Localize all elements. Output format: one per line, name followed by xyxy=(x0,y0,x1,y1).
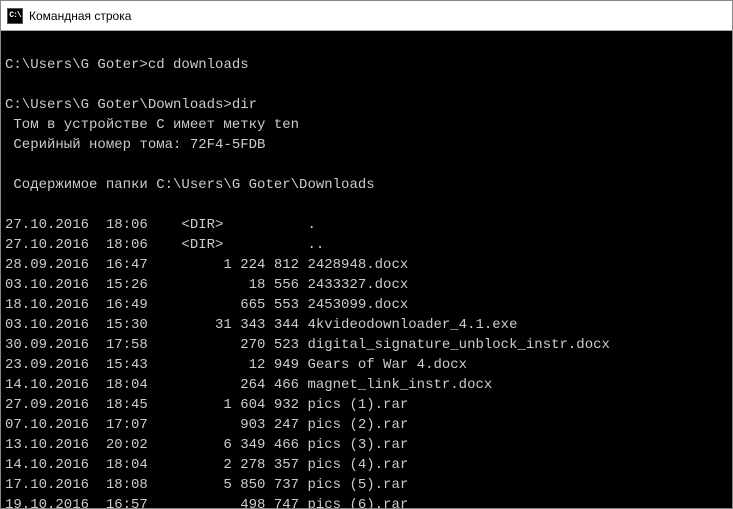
listing-row: 28.09.2016 16:47 1 224 812 2428948.docx xyxy=(5,255,728,275)
prompt-path: C:\Users\G Goter\Downloads> xyxy=(5,97,232,113)
prompt-line-1: C:\Users\G Goter>cd downloads xyxy=(5,57,249,73)
prompt-line-2: C:\Users\G Goter\Downloads>dir xyxy=(5,97,257,113)
titlebar[interactable]: C:\ Командная строка xyxy=(1,1,732,31)
listing-row: 30.09.2016 17:58 270 523 digital_signatu… xyxy=(5,335,728,355)
directory-listing: 27.10.2016 18:06 <DIR> .27.10.2016 18:06… xyxy=(5,215,728,508)
prompt-cmd: cd downloads xyxy=(148,57,249,73)
listing-row: 27.10.2016 18:06 <DIR> . xyxy=(5,215,728,235)
cmd-icon: C:\ xyxy=(7,8,23,24)
prompt-path: C:\Users\G Goter> xyxy=(5,57,148,73)
listing-row: 19.10.2016 16:57 498 747 pics (6).rar xyxy=(5,495,728,508)
prompt-cmd: dir xyxy=(232,97,257,113)
cmd-window: C:\ Командная строка C:\Users\G Goter>cd… xyxy=(0,0,733,509)
listing-row: 03.10.2016 15:26 18 556 2433327.docx xyxy=(5,275,728,295)
listing-row: 27.10.2016 18:06 <DIR> .. xyxy=(5,235,728,255)
terminal-output[interactable]: C:\Users\G Goter>cd downloads C:\Users\G… xyxy=(1,31,732,508)
listing-row: 23.09.2016 15:43 12 949 Gears of War 4.d… xyxy=(5,355,728,375)
listing-row: 27.09.2016 18:45 1 604 932 pics (1).rar xyxy=(5,395,728,415)
listing-row: 13.10.2016 20:02 6 349 466 pics (3).rar xyxy=(5,435,728,455)
directory-header-line: Содержимое папки C:\Users\G Goter\Downlo… xyxy=(5,177,375,193)
listing-row: 14.10.2016 18:04 264 466 magnet_link_ins… xyxy=(5,375,728,395)
volume-label-line: Том в устройстве C имеет метку ten xyxy=(5,117,299,133)
listing-row: 18.10.2016 16:49 665 553 2453099.docx xyxy=(5,295,728,315)
listing-row: 14.10.2016 18:04 2 278 357 pics (4).rar xyxy=(5,455,728,475)
window-title: Командная строка xyxy=(29,9,131,23)
listing-row: 17.10.2016 18:08 5 850 737 pics (5).rar xyxy=(5,475,728,495)
listing-row: 03.10.2016 15:30 31 343 344 4kvideodownl… xyxy=(5,315,728,335)
listing-row: 07.10.2016 17:07 903 247 pics (2).rar xyxy=(5,415,728,435)
volume-serial-line: Серийный номер тома: 72F4-5FDB xyxy=(5,137,265,153)
